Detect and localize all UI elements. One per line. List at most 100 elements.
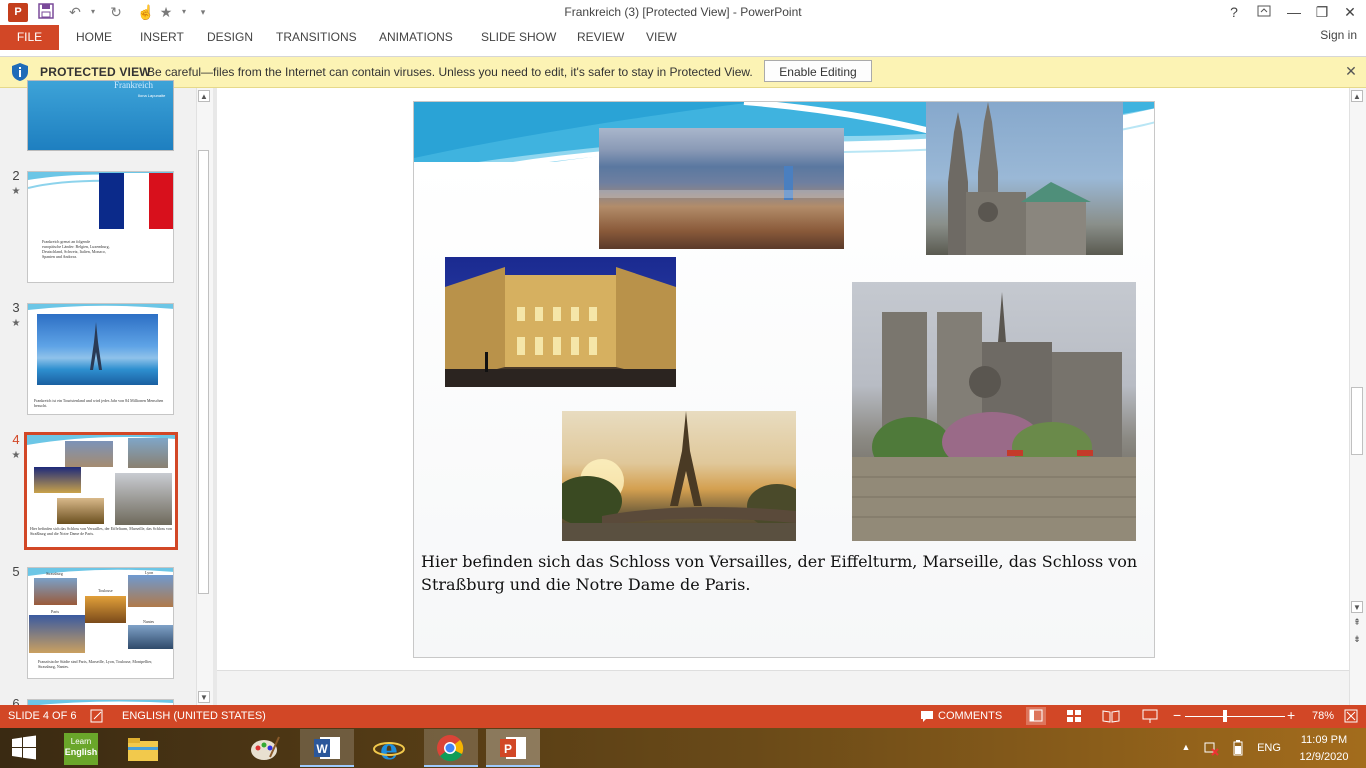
france-flag-white <box>124 173 149 229</box>
show-hidden-icons-icon[interactable]: ▲ <box>1180 742 1192 752</box>
tab-home[interactable]: HOME <box>76 30 112 44</box>
input-language-indicator[interactable]: ENG <box>1255 742 1283 754</box>
notre-dame-photo[interactable] <box>852 282 1136 541</box>
close-protected-bar-icon[interactable]: ✕ <box>1342 62 1360 80</box>
clock-date[interactable]: 12/9/2020 <box>1290 751 1358 763</box>
learn-english-app-icon[interactable]: Learn English <box>64 733 98 765</box>
comments-button[interactable]: COMMENTS <box>938 710 1002 722</box>
paint-app-icon[interactable] <box>248 733 282 765</box>
zoom-slider-thumb[interactable] <box>1223 710 1227 722</box>
slide-indicator: SLIDE 4 OF 6 <box>8 710 77 722</box>
thumb-4-notre-dame-photo <box>115 473 172 525</box>
clock-time[interactable]: 11:09 PM <box>1290 734 1358 746</box>
marseille-city-photo[interactable] <box>599 128 844 249</box>
eiffel-tower-seine-photo <box>37 314 158 385</box>
editor-scroll-up-icon[interactable]: ▲ <box>1351 90 1363 102</box>
thumb-2-text: Frankreich grenzt an folgende europäisch… <box>42 239 110 259</box>
thumb-5-label-toulouse: Toulouse <box>98 588 113 593</box>
enable-editing-button[interactable]: Enable Editing <box>764 60 872 82</box>
learn-english-top: Learn <box>70 737 92 746</box>
thumb-4-eiffel-photo <box>57 498 104 524</box>
powerpoint-taskbar-button[interactable]: P <box>486 729 540 767</box>
thumb-5-strassburg-photo <box>34 578 77 605</box>
spelling-check-icon[interactable] <box>90 709 104 723</box>
strasbourg-cathedral-photo[interactable] <box>926 102 1123 255</box>
animation-star-icon: ★ <box>11 186 21 197</box>
ribbon-tab-bar <box>0 25 1366 57</box>
slide-show-view-icon[interactable] <box>1140 707 1160 725</box>
protected-view-message: Be careful—files from the Internet can c… <box>147 65 753 79</box>
thumb-4-city-photo <box>65 441 113 467</box>
thumb-1-subtitle: Ilona Lapunaite <box>138 93 166 98</box>
windows-start-icon[interactable] <box>10 734 38 762</box>
battery-icon[interactable] <box>1233 740 1243 756</box>
thumb-3-text: Frankreich ist ein Touristenland und wir… <box>34 398 164 408</box>
ribbon-display-options-icon[interactable] <box>1250 2 1278 22</box>
zoom-level[interactable]: 78% <box>1312 710 1334 722</box>
zoom-in-icon[interactable]: + <box>1287 707 1295 723</box>
tab-view[interactable]: VIEW <box>646 30 677 44</box>
thumb-4-text: Hier befinden sich das Schloss von Versa… <box>30 526 172 536</box>
tab-file[interactable]: FILE <box>0 25 59 50</box>
thumb-number-2: 2 <box>12 168 20 183</box>
thumb-number-5: 5 <box>12 564 20 579</box>
notes-pane[interactable] <box>217 670 1349 706</box>
zoom-out-icon[interactable]: − <box>1173 707 1181 723</box>
eiffel-tower-photo[interactable] <box>562 411 796 541</box>
slide-sorter-view-icon[interactable] <box>1064 707 1084 725</box>
svg-text:e: e <box>380 733 398 765</box>
learn-english-bottom: English <box>64 747 98 757</box>
previous-slide-icon[interactable]: ⇞ <box>1352 617 1362 629</box>
sign-in-link[interactable]: Sign in <box>1320 28 1357 42</box>
tab-design[interactable]: DESIGN <box>207 30 253 44</box>
tab-animations[interactable]: ANIMATIONS <box>379 30 453 44</box>
thumb-5-toulouse-photo <box>85 596 126 623</box>
scroll-down-arrow-icon[interactable]: ▼ <box>198 691 210 703</box>
language-indicator[interactable]: ENGLISH (UNITED STATES) <box>122 710 266 722</box>
restore-button[interactable]: ❐ <box>1308 2 1336 22</box>
word-taskbar-button[interactable]: W <box>300 729 354 767</box>
thumb-5-paris-photo <box>29 615 85 653</box>
normal-view-icon[interactable] <box>1026 707 1046 725</box>
thumbnail-scroll-thumb[interactable] <box>198 150 209 594</box>
slide-thumbnail-4[interactable]: Hier befinden sich das Schloss von Versa… <box>24 432 178 550</box>
slide-thumbnail-2[interactable]: Frankreich grenzt an folgende europäisch… <box>27 171 174 283</box>
tab-slide-show[interactable]: SLIDE SHOW <box>481 30 556 44</box>
comments-icon[interactable] <box>920 709 934 723</box>
thumb-5-label-strassburg: Strassburg <box>46 571 63 576</box>
thumb-4-cathedral-photo <box>128 438 168 468</box>
close-button[interactable]: ✕ <box>1336 2 1364 22</box>
scroll-up-arrow-icon[interactable]: ▲ <box>198 90 210 102</box>
animation-star-icon: ★ <box>11 450 21 461</box>
chrome-taskbar-button[interactable] <box>424 729 478 767</box>
thumb-5-lyon-photo <box>128 575 173 607</box>
france-flag-red <box>149 173 173 229</box>
versailles-palace-photo[interactable] <box>445 257 676 387</box>
internet-explorer-icon[interactable]: e <box>372 733 406 766</box>
fit-slide-to-window-icon[interactable] <box>1344 709 1358 723</box>
slide-thumbnail-1[interactable]: Frankreich Ilona Lapunaite <box>27 80 174 151</box>
thumb-5-label-paris: Paris <box>51 609 59 614</box>
slide-caption-text[interactable]: Hier befinden sich das Schloss von Versa… <box>421 550 1141 596</box>
tab-transitions[interactable]: TRANSITIONS <box>276 30 357 44</box>
minimize-button[interactable]: — <box>1280 2 1308 22</box>
animation-star-icon: ★ <box>11 318 21 329</box>
slide-thumbnail-5[interactable]: Strassburg Lyon Toulouse Paris Nantes Fr… <box>27 567 174 679</box>
shield-info-icon <box>10 62 30 82</box>
editor-scroll-down-icon[interactable]: ▼ <box>1351 601 1363 613</box>
slide-thumbnail-3[interactable]: Frankreich ist ein Touristenland und wir… <box>27 303 174 415</box>
help-button[interactable]: ? <box>1220 2 1248 22</box>
windows-taskbar <box>0 728 1366 768</box>
network-status-icon[interactable] <box>1203 740 1219 756</box>
thumb-5-label-nantes: Nantes <box>143 619 155 624</box>
reading-view-icon[interactable] <box>1101 707 1121 725</box>
france-flag-blue <box>99 173 124 229</box>
file-explorer-icon[interactable] <box>126 733 160 765</box>
thumb-number-3: 3 <box>12 300 20 315</box>
tab-insert[interactable]: INSERT <box>140 30 184 44</box>
tab-review[interactable]: REVIEW <box>577 30 624 44</box>
zoom-slider-track[interactable] <box>1185 716 1285 717</box>
window-title: Frankreich (3) [Protected View] - PowerP… <box>564 5 802 19</box>
next-slide-icon[interactable]: ⇟ <box>1352 634 1362 646</box>
editor-scroll-thumb[interactable] <box>1351 387 1363 455</box>
